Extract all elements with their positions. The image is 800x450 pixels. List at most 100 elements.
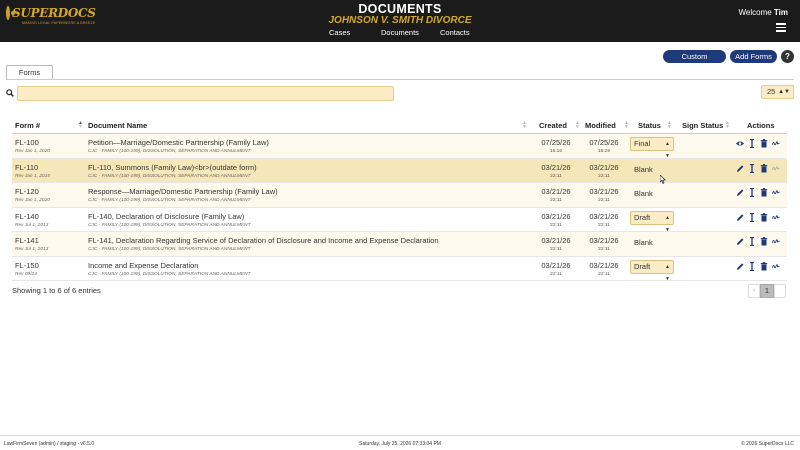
document-category: CJC - FAMILY (100-199), DISSOLUTION, SEP…: [88, 149, 251, 154]
col-modified[interactable]: Modified: [585, 121, 616, 130]
search-input[interactable]: [17, 86, 394, 101]
document-name[interactable]: FL-110, Summons (Family Law)<br>(outdate…: [88, 163, 257, 172]
view-eye-icon[interactable]: [736, 139, 744, 148]
table-row[interactable]: FL-110 Rev Jan 1, 2015 FL-110, Summons (…: [12, 158, 787, 183]
status-select[interactable]: Draft ▲ ▼: [630, 259, 674, 282]
form-number[interactable]: FL-150: [15, 261, 39, 270]
trash-icon[interactable]: [760, 163, 768, 173]
sort-asc-icon[interactable]: ▲ ▼: [78, 121, 83, 130]
col-created[interactable]: Created: [539, 121, 567, 130]
mouse-cursor-icon: [660, 175, 666, 184]
tab-forms[interactable]: Forms: [6, 65, 53, 80]
form-number[interactable]: FL-141: [15, 236, 39, 245]
row-actions: [736, 138, 782, 149]
created-date: 03/21/26: [541, 236, 571, 245]
text-cursor-icon[interactable]: [748, 261, 756, 271]
help-button[interactable]: ?: [781, 50, 794, 63]
trash-icon[interactable]: [760, 237, 768, 246]
table-header: Form # ▲ ▼ Document Name ▲ ▼ Created ▲ ▼ Mo…: [12, 117, 787, 134]
trash-icon[interactable]: [760, 188, 768, 197]
document-name[interactable]: FL-141, Declaration Regarding Service of…: [88, 236, 439, 245]
form-revision: Rev Jan 1, 2020: [15, 198, 50, 203]
forms-table: Form # ▲ ▼ Document Name ▲ ▼ Created ▲ ▼ Mo…: [12, 117, 787, 282]
form-revision: Rev Jul 1, 2013: [15, 247, 49, 252]
status-select[interactable]: Draft ▲ ▼: [630, 210, 674, 233]
page-size-select[interactable]: 25 ▲▼: [761, 85, 794, 99]
document-name[interactable]: Response—Marriage/Domestic Partnership (…: [88, 187, 278, 196]
col-sign-status[interactable]: Sign Status: [682, 121, 723, 130]
status-text: Blank: [634, 189, 653, 198]
welcome-prefix: Welcome: [738, 8, 772, 17]
modified-date: 03/21/26: [589, 260, 619, 270]
trash-icon[interactable]: [760, 139, 768, 148]
status-text: Blank: [634, 164, 653, 174]
created-time: 16:16: [549, 149, 562, 154]
sort-icon[interactable]: ▲ ▼: [522, 121, 527, 130]
welcome-user: Tim: [773, 8, 788, 17]
table-row[interactable]: FL-141 Rev Jul 1, 2013 FL-141, Declarati…: [12, 232, 787, 257]
form-number[interactable]: FL-110: [15, 163, 38, 172]
created-time: 22:11: [550, 173, 562, 179]
col-status[interactable]: Status: [638, 121, 661, 130]
search-icon: [6, 89, 14, 97]
document-name[interactable]: FL-140, Declaration of Disclosure (Famil…: [88, 212, 244, 221]
table-row[interactable]: FL-100 Rev Jan 1, 2020 Petition—Marriage…: [12, 134, 787, 159]
signature-icon[interactable]: [771, 213, 782, 222]
signature-icon[interactable]: [771, 139, 782, 148]
sort-icon[interactable]: ▲ ▼: [667, 121, 672, 130]
nav-contacts[interactable]: Contacts: [440, 28, 470, 37]
trash-icon[interactable]: [760, 261, 768, 271]
text-cursor-icon[interactable]: [748, 138, 756, 149]
updown-arrow-icon: ▲▼: [665, 263, 670, 282]
tab-divider: [6, 79, 794, 80]
form-number[interactable]: FL-100: [15, 138, 39, 147]
pagination-next[interactable]: [774, 284, 786, 298]
add-forms-button[interactable]: Add Forms: [730, 50, 777, 63]
edit-pencil-icon[interactable]: [736, 188, 744, 197]
modified-date: 07/25/26: [589, 138, 619, 147]
edit-pencil-icon[interactable]: [736, 164, 744, 173]
text-cursor-icon[interactable]: [748, 212, 756, 222]
updown-arrow-icon: ▲▼: [778, 89, 790, 95]
col-actions: Actions: [747, 121, 775, 130]
created-time: 22:11: [550, 198, 562, 203]
table-body: FL-100 Rev Jan 1, 2020 Petition—Marriage…: [12, 134, 787, 282]
form-number[interactable]: FL-140: [15, 212, 39, 221]
trash-icon[interactable]: [760, 212, 768, 222]
table-row[interactable]: FL-120 Rev Jan 1, 2020 Response—Marriage…: [12, 183, 787, 208]
row-actions: [736, 261, 782, 271]
nav-cases[interactable]: Cases: [329, 28, 350, 37]
custom-packets-button[interactable]: Custom Packets: [663, 50, 726, 74]
edit-pencil-icon[interactable]: [736, 237, 744, 246]
status-value: Final: [634, 139, 651, 148]
text-cursor-icon[interactable]: [748, 236, 756, 247]
text-cursor-icon[interactable]: [748, 187, 756, 198]
hamburger-menu-icon[interactable]: [776, 23, 786, 32]
table-row[interactable]: FL-140 Rev Jul 1, 2013 FL-140, Declarati…: [12, 207, 787, 233]
status-select[interactable]: Final ▲ ▼: [630, 137, 674, 159]
text-cursor-icon[interactable]: [748, 163, 756, 173]
table-row[interactable]: FL-150 Rev 09/24 Income and Expense Decl…: [12, 256, 787, 282]
sort-icon[interactable]: ▲ ▼: [725, 121, 730, 130]
document-name[interactable]: Petition—Marriage/Domestic Partnership (…: [88, 138, 269, 147]
sort-icon[interactable]: ▲ ▼: [624, 121, 629, 130]
nav-documents[interactable]: Documents: [381, 28, 419, 37]
document-name[interactable]: Income and Expense Declaration: [88, 261, 198, 270]
created-time: 22:11: [550, 222, 562, 228]
pagination-page-1[interactable]: 1: [760, 284, 774, 298]
signature-icon[interactable]: [771, 237, 782, 246]
modified-time: 22:11: [598, 271, 610, 277]
col-form[interactable]: Form #: [15, 121, 40, 130]
document-category: CJC - FAMILY (100-199), DISSOLUTION, SEP…: [88, 198, 251, 203]
form-number[interactable]: FL-120: [15, 187, 39, 196]
signature-icon[interactable]: [771, 164, 782, 173]
sort-icon[interactable]: ▲ ▼: [575, 121, 580, 130]
modified-time: 16:29: [597, 149, 610, 154]
col-document-name[interactable]: Document Name: [88, 121, 147, 130]
edit-pencil-icon[interactable]: [736, 213, 744, 222]
signature-icon[interactable]: [771, 188, 782, 197]
status-value: Draft: [634, 261, 651, 271]
signature-icon[interactable]: [771, 262, 782, 271]
pagination-prev[interactable]: ‹: [748, 284, 760, 298]
edit-pencil-icon[interactable]: [736, 262, 744, 271]
